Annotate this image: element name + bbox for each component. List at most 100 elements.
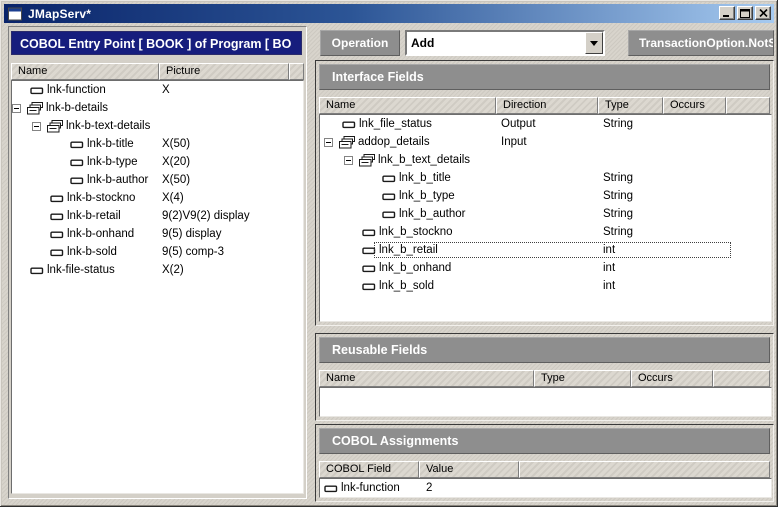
row-name: lnk-file-status	[47, 264, 115, 276]
cobol-entry-panel: COBOL Entry Point [ BOOK ] of Program [ …	[8, 26, 307, 499]
interface-fields-header: Interface Fields	[319, 64, 770, 90]
operation-select[interactable]: Add	[405, 30, 605, 56]
reusable-fields-table	[319, 387, 772, 417]
field-icon	[50, 248, 64, 260]
column-header-name[interactable]: Name	[11, 63, 159, 80]
tree-row-lnk-b-text-details[interactable]: lnk-b-text-details	[12, 117, 303, 135]
group-record-icon	[339, 136, 356, 152]
field-icon	[70, 158, 84, 170]
tree-row-lnk-b-onhand[interactable]: lnk-b-onhand 9(5) display	[12, 225, 303, 243]
expander-minus-icon[interactable]	[12, 104, 21, 116]
tree-row-lnk_b_text_details[interactable]: lnk_b_text_details	[320, 151, 771, 169]
row-name: lnk-b-onhand	[67, 228, 135, 240]
tree-row-lnk_file_status[interactable]: lnk_file_status Output String	[320, 115, 771, 133]
row-name: lnk_b_retail	[379, 244, 438, 256]
row-picture: X(4)	[162, 192, 184, 204]
column-header-occurs[interactable]: Occurs	[663, 97, 726, 114]
row-picture: X	[162, 84, 170, 96]
column-header-occurs[interactable]: Occurs	[631, 370, 713, 387]
expander-minus-icon[interactable]	[32, 122, 41, 134]
cobol-assignments-table: lnk-function 2	[319, 478, 772, 498]
close-icon	[758, 9, 768, 17]
field-icon	[362, 228, 376, 240]
row-direction: Input	[501, 136, 527, 148]
maximize-icon	[740, 8, 750, 18]
column-header-name[interactable]: Name	[319, 370, 534, 387]
column-header-type[interactable]: Type	[598, 97, 663, 114]
reusable-fields-section: Reusable Fields Name Type Occurs	[315, 333, 774, 421]
tree-row-lnk-b-details[interactable]: lnk-b-details	[12, 99, 303, 117]
field-icon	[30, 266, 44, 278]
tree-row-lnk-function[interactable]: lnk-function X	[12, 81, 303, 99]
expander-minus-icon[interactable]	[324, 138, 333, 150]
row-picture: 9(5) display	[162, 228, 222, 240]
field-icon	[342, 120, 356, 132]
operation-label: Operation	[320, 30, 400, 56]
window-controls	[719, 6, 771, 20]
field-icon	[362, 264, 376, 276]
tree-row-lnk-file-status[interactable]: lnk-file-status X(2)	[12, 261, 303, 279]
row-name: lnk-b-text-details	[66, 120, 151, 132]
column-header-direction[interactable]: Direction	[496, 97, 598, 114]
row-type: String	[603, 172, 634, 184]
tree-row-lnk-b-type[interactable]: lnk-b-type X(20)	[12, 153, 303, 171]
tree-row-lnk-b-stockno[interactable]: lnk-b-stockno X(4)	[12, 189, 303, 207]
row-type: String	[603, 208, 634, 220]
left-column-headers: Name Picture	[11, 63, 304, 80]
tree-row-lnk-b-title[interactable]: lnk-b-title X(50)	[12, 135, 303, 153]
tree-row-lnk_b_onhand[interactable]: lnk_b_onhand int	[320, 259, 771, 277]
window-title: JMapServ*	[28, 6, 92, 21]
transaction-option-button[interactable]: TransactionOption.NotS	[628, 30, 774, 56]
interface-fields-column-headers: Name Direction Type Occurs	[319, 97, 770, 114]
row-name: lnk_b_type	[399, 190, 455, 202]
field-icon	[382, 174, 396, 186]
interface-fields-table: lnk_file_status Output String addop_details…	[319, 114, 772, 322]
tree-row-lnk_b_author[interactable]: lnk_b_author String	[320, 205, 771, 223]
column-header-value[interactable]: Value	[419, 461, 519, 478]
field-icon	[382, 192, 396, 204]
column-header-picture[interactable]: Picture	[159, 63, 289, 80]
row-name: lnk-b-title	[87, 138, 134, 150]
group-record-icon	[27, 102, 44, 118]
cobol-assignments-header: COBOL Assignments	[319, 428, 770, 454]
row-name: lnk_b_sold	[379, 280, 434, 292]
maximize-button[interactable]	[737, 6, 753, 20]
tree-row-lnk-b-sold[interactable]: lnk-b-sold 9(5) comp-3	[12, 243, 303, 261]
row-type: int	[603, 280, 616, 292]
close-button[interactable]	[755, 6, 771, 20]
row-name: lnk_b_author	[399, 208, 466, 220]
field-icon	[50, 194, 64, 206]
cobol-assignments-column-headers: COBOL Field Value	[319, 461, 770, 478]
row-name: lnk-b-author	[87, 174, 149, 186]
column-header-cobol-field[interactable]: COBOL Field	[319, 461, 419, 478]
tree-row-addop_details[interactable]: addop_details Input	[320, 133, 771, 151]
tree-row-lnk_b_stockno[interactable]: lnk_b_stockno String	[320, 223, 771, 241]
minimize-button[interactable]	[719, 6, 735, 20]
tree-row-lnk_b_sold[interactable]: lnk_b_sold int	[320, 277, 771, 295]
row-name: lnk-function	[47, 84, 106, 96]
tree-row-lnk_b_retail[interactable]: lnk_b_retail int	[320, 241, 771, 259]
reusable-fields-header: Reusable Fields	[319, 337, 770, 363]
expander-minus-icon[interactable]	[344, 156, 353, 168]
row-name: lnk-b-details	[46, 102, 108, 114]
column-header-type[interactable]: Type	[534, 370, 631, 387]
tree-row-lnk_b_title[interactable]: lnk_b_title String	[320, 169, 771, 187]
tree-row-lnk-b-author[interactable]: lnk-b-author X(50)	[12, 171, 303, 189]
app-window: JMapServ* COBOL Entry Point [ BOOK ] of …	[0, 0, 778, 507]
tree-row-lnk-b-retail[interactable]: lnk-b-retail 9(2)V9(2) display	[12, 207, 303, 225]
row-name: lnk_b_stockno	[379, 226, 453, 238]
row-name: lnk_file_status	[359, 118, 432, 130]
cobol-assignments-section: COBOL Assignments COBOL Field Value lnk-f…	[315, 424, 774, 502]
field-icon	[50, 212, 64, 224]
row-type: int	[603, 262, 616, 274]
tree-row-lnk-function[interactable]: lnk-function 2	[320, 479, 771, 497]
row-type: String	[603, 226, 634, 238]
row-name: lnk_b_title	[399, 172, 451, 184]
dropdown-button[interactable]	[585, 32, 603, 54]
tree-row-lnk_b_type[interactable]: lnk_b_type String	[320, 187, 771, 205]
row-name: lnk-b-type	[87, 156, 138, 168]
group-record-icon	[47, 120, 64, 136]
row-picture: X(20)	[162, 156, 191, 168]
field-icon	[50, 230, 64, 242]
column-header-name[interactable]: Name	[319, 97, 496, 114]
